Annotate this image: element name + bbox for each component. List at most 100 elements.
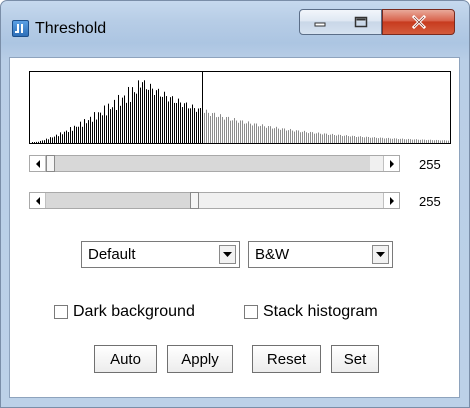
histogram-bar (304, 130, 305, 143)
histogram-bar (212, 113, 213, 143)
histogram-bar (282, 128, 283, 143)
upper-threshold-thumb[interactable] (190, 192, 199, 209)
histogram-bar (374, 137, 375, 143)
dark-background-box[interactable] (54, 305, 68, 319)
reset-button[interactable]: Reset (252, 345, 321, 373)
method-select-value: Default (88, 246, 136, 263)
histogram-bar (316, 133, 317, 143)
histogram-bar (200, 108, 201, 143)
histogram-bar (70, 127, 71, 143)
histogram-bar (254, 123, 255, 143)
histogram-bar (430, 139, 431, 143)
histogram-bar (256, 123, 257, 143)
histogram-bar (404, 139, 405, 143)
slider-left-arrow[interactable] (30, 193, 46, 208)
histogram-bar (274, 128, 275, 143)
apply-button[interactable]: Apply (167, 345, 233, 373)
histogram-bar (116, 110, 117, 143)
maximize-button[interactable] (340, 9, 382, 35)
slider-right-arrow[interactable] (383, 156, 399, 171)
histogram-bar (262, 124, 263, 143)
slider-right-arrow[interactable] (383, 193, 399, 208)
dark-background-checkbox[interactable]: Dark background (54, 303, 195, 321)
histogram-bar (296, 130, 297, 143)
histogram-bar (318, 132, 319, 143)
method-dropdown-button[interactable] (219, 245, 236, 264)
histogram-bar (294, 131, 295, 143)
histogram-bar (248, 121, 249, 143)
histogram-bar (414, 139, 415, 143)
histogram-bar (42, 140, 43, 143)
histogram-bar (284, 128, 285, 143)
histogram-bar (448, 140, 449, 143)
display-dropdown-button[interactable] (372, 245, 389, 264)
method-select[interactable]: Default (81, 241, 240, 268)
upper-threshold-slider[interactable] (29, 192, 400, 209)
chevron-down-icon (376, 251, 385, 257)
arrow-right-icon (389, 159, 394, 168)
stack-histogram-box[interactable] (244, 305, 258, 319)
histogram-bar (142, 82, 143, 143)
histogram-bar (144, 80, 145, 143)
set-button[interactable]: Set (331, 345, 379, 373)
histogram-bar (442, 140, 443, 143)
histogram-bar (354, 136, 355, 143)
histogram-bar (380, 137, 381, 143)
dark-background-label: Dark background (73, 303, 195, 320)
histogram-bar (134, 92, 135, 143)
histogram-bar (384, 138, 385, 143)
lower-threshold-slider[interactable] (29, 155, 400, 172)
histogram-bar (382, 137, 383, 143)
minimize-button[interactable] (299, 9, 341, 35)
histogram-bar (180, 102, 181, 143)
histogram-bar (280, 129, 281, 143)
histogram-bar (220, 114, 221, 143)
close-icon (411, 15, 426, 29)
threshold-window: Threshold 255 255 Default B&W Dark backg… (0, 0, 470, 408)
title-bar[interactable]: Threshold (1, 1, 469, 57)
close-button[interactable] (382, 9, 455, 35)
histogram-bar (88, 120, 89, 143)
histogram-bar (440, 140, 441, 143)
auto-button[interactable]: Auto (94, 345, 157, 373)
histogram-bar (132, 87, 133, 143)
histogram-bar (124, 95, 125, 143)
stack-histogram-checkbox[interactable]: Stack histogram (244, 303, 378, 321)
histogram-bar (44, 140, 45, 143)
histogram-bar (420, 139, 421, 143)
histogram-bar (428, 139, 429, 143)
histogram-bar (76, 126, 77, 143)
histogram-bar (362, 137, 363, 143)
histogram-panel (29, 71, 451, 144)
histogram-bar (270, 126, 271, 143)
histogram-bar (424, 139, 425, 143)
display-select[interactable]: B&W (248, 241, 393, 268)
lower-threshold-thumb[interactable] (46, 155, 55, 172)
histogram-bar (138, 80, 139, 143)
histogram-bar (184, 103, 185, 143)
histogram-bar (230, 120, 231, 143)
histogram-bar (246, 123, 247, 143)
histogram-bar (396, 138, 397, 143)
histogram-bar (360, 136, 361, 143)
histogram-bar (438, 140, 439, 143)
minimize-icon (314, 22, 326, 27)
histogram-bar (192, 104, 193, 143)
histogram-bar (322, 134, 323, 143)
histogram-bar (78, 126, 79, 143)
histogram-bar (196, 111, 197, 143)
histogram-bar (278, 128, 279, 143)
histogram-bar (92, 121, 93, 143)
histogram-bar (226, 117, 227, 143)
histogram-bar (388, 137, 389, 143)
slider-left-arrow[interactable] (30, 156, 46, 171)
histogram-bar (266, 127, 267, 143)
histogram-bar (312, 132, 313, 143)
histogram-bar (276, 126, 277, 143)
imagej-icon (12, 20, 29, 37)
histogram-bar (98, 112, 99, 143)
lower-threshold-value: 255 (419, 157, 441, 172)
histogram-bar (56, 134, 57, 143)
histogram-bar (306, 132, 307, 143)
histogram-bar (106, 115, 107, 143)
